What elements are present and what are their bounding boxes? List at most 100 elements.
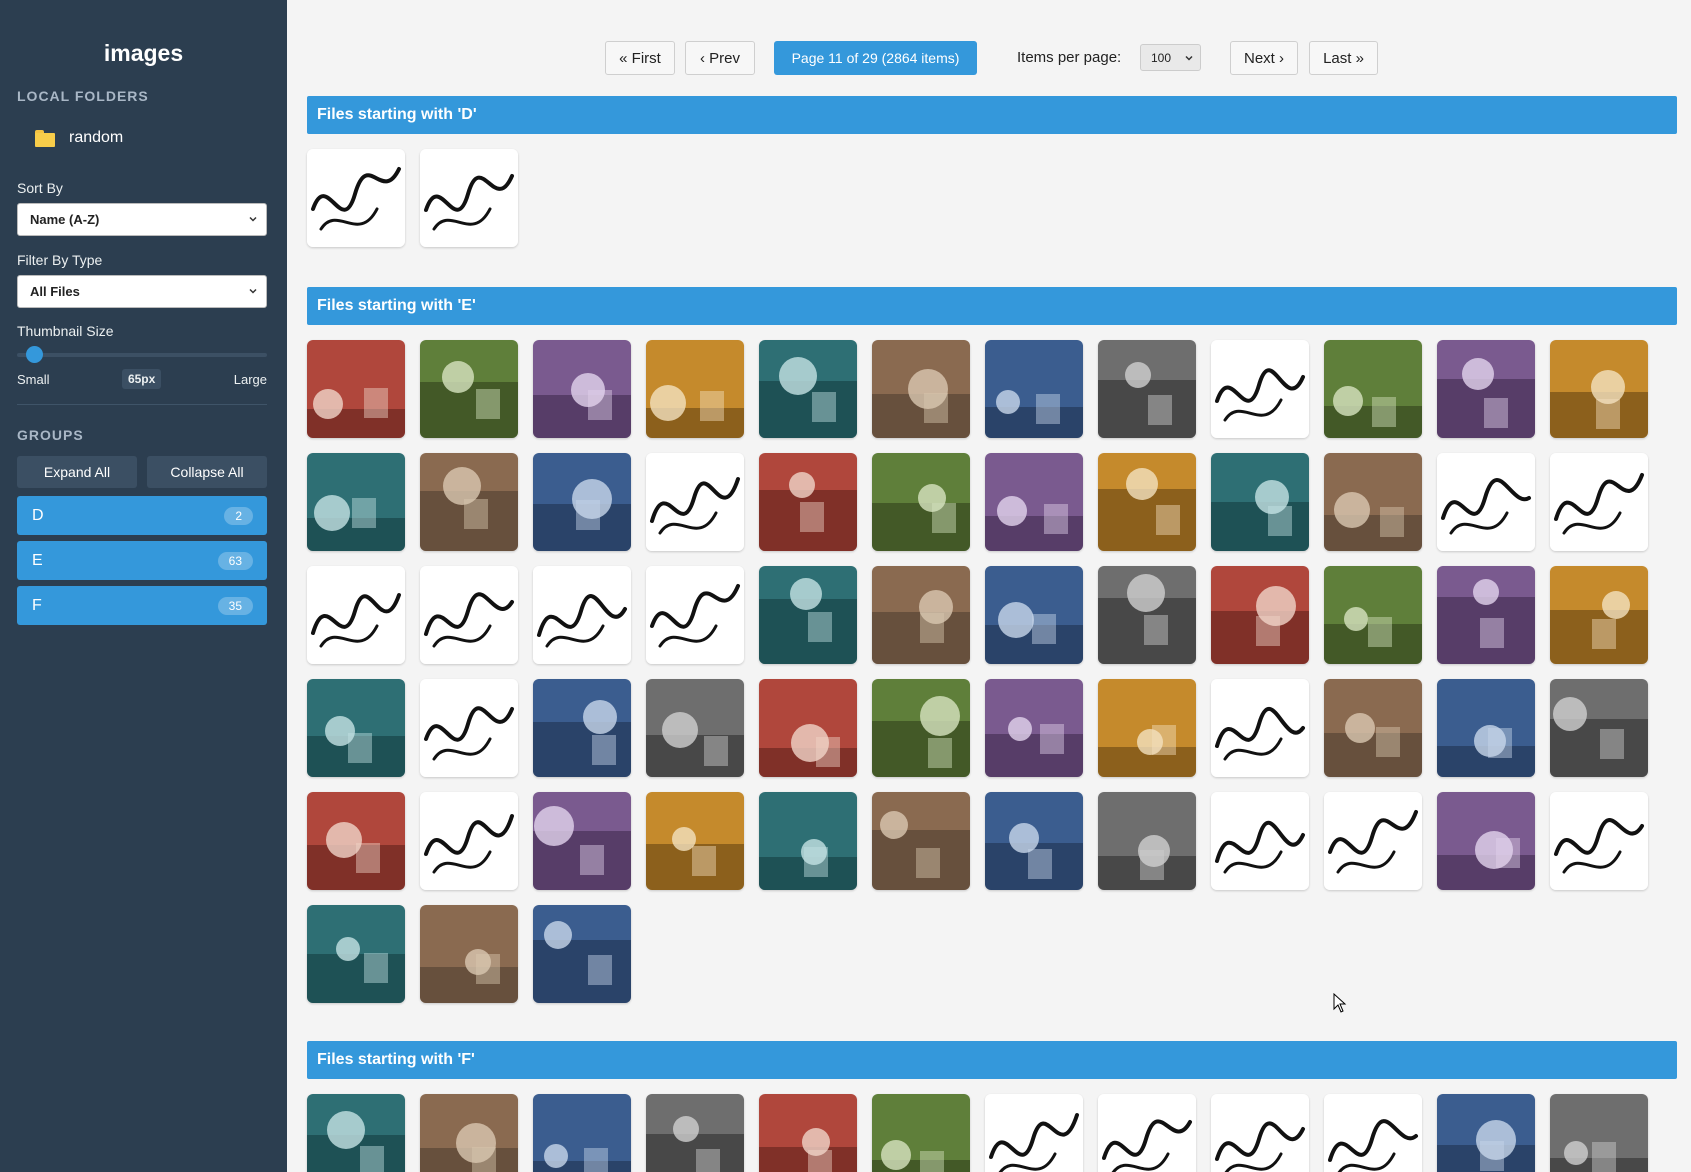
thumbnail-item[interactable]	[646, 679, 744, 777]
thumbnail-item[interactable]	[420, 453, 518, 551]
thumbnail-item[interactable]	[1437, 679, 1535, 777]
expand-all-button[interactable]: Expand All	[17, 456, 137, 488]
thumbnail-item[interactable]	[1211, 566, 1309, 664]
thumbnail-size-slider[interactable]	[17, 346, 267, 363]
thumbnail-item[interactable]	[1211, 1094, 1309, 1172]
thumbnail-item[interactable]	[872, 340, 970, 438]
thumbnail-item[interactable]	[1098, 453, 1196, 551]
group-count-badge: 63	[217, 551, 253, 570]
chevron-down-icon	[249, 288, 257, 294]
thumbnail-item[interactable]	[1098, 340, 1196, 438]
thumbnail-item[interactable]	[759, 1094, 857, 1172]
thumbnail-item[interactable]	[307, 566, 405, 664]
thumbnail-item[interactable]	[307, 149, 405, 247]
last-page-button[interactable]: Last »	[1309, 41, 1378, 75]
thumbnail-item[interactable]	[533, 679, 631, 777]
thumbnail-item[interactable]	[1550, 679, 1648, 777]
thumbnail-item[interactable]	[985, 792, 1083, 890]
thumbnail-item[interactable]	[646, 566, 744, 664]
thumbnail-item[interactable]	[872, 679, 970, 777]
thumbnail-item[interactable]	[1324, 566, 1422, 664]
first-page-button[interactable]: « First	[605, 41, 675, 75]
group-item-e[interactable]: E 63	[17, 541, 267, 580]
thumbnail-item[interactable]	[420, 1094, 518, 1172]
next-page-button[interactable]: Next ›	[1230, 41, 1298, 75]
thumbnail-item[interactable]	[759, 792, 857, 890]
thumbnail-item[interactable]	[1550, 453, 1648, 551]
thumbnail-item[interactable]	[759, 679, 857, 777]
thumbnail-item[interactable]	[1437, 340, 1535, 438]
thumbnail-item[interactable]	[533, 453, 631, 551]
group-header-e[interactable]: Files starting with 'E'	[307, 287, 1677, 325]
thumbnail-item[interactable]	[1211, 453, 1309, 551]
thumbnail-item[interactable]	[1324, 1094, 1422, 1172]
thumbnail-item[interactable]	[307, 905, 405, 1003]
thumbnail-item[interactable]	[1437, 792, 1535, 890]
thumbnail-item[interactable]	[985, 679, 1083, 777]
thumbnail-item[interactable]	[307, 679, 405, 777]
thumbnail-item[interactable]	[1324, 792, 1422, 890]
thumbnail-item[interactable]	[420, 792, 518, 890]
thumbnail-item[interactable]	[1098, 679, 1196, 777]
thumbnail-item[interactable]	[1550, 340, 1648, 438]
thumbnail-item[interactable]	[1324, 453, 1422, 551]
thumbnail-item[interactable]	[1437, 1094, 1535, 1172]
thumbnail-item[interactable]	[307, 453, 405, 551]
group-item-d[interactable]: D 2	[17, 496, 267, 535]
thumbnail-item[interactable]	[533, 1094, 631, 1172]
group-header-f[interactable]: Files starting with 'F'	[307, 1041, 1677, 1079]
thumbnail-item[interactable]	[533, 792, 631, 890]
group-item-f[interactable]: F 35	[17, 586, 267, 625]
thumbnail-item[interactable]	[420, 679, 518, 777]
thumbnail-item[interactable]	[420, 340, 518, 438]
local-folders-label: LOCAL FOLDERS	[17, 88, 149, 104]
thumbnail-item[interactable]	[872, 453, 970, 551]
group-header-d[interactable]: Files starting with 'D'	[307, 96, 1677, 134]
thumbnail-item[interactable]	[307, 340, 405, 438]
thumbnail-item[interactable]	[985, 1094, 1083, 1172]
thumbnail-item[interactable]	[420, 566, 518, 664]
thumbnail-item[interactable]	[1324, 340, 1422, 438]
thumbnail-item[interactable]	[759, 340, 857, 438]
sidebar: images LOCAL FOLDERS random Sort By Name…	[0, 0, 287, 1172]
thumbnail-item[interactable]	[759, 566, 857, 664]
thumbnail-item[interactable]	[1098, 792, 1196, 890]
thumbnail-item[interactable]	[1437, 566, 1535, 664]
thumbnail-item[interactable]	[1437, 453, 1535, 551]
collapse-all-button[interactable]: Collapse All	[147, 456, 267, 488]
slider-handle[interactable]	[26, 346, 43, 363]
thumbnail-item[interactable]	[420, 905, 518, 1003]
thumbnail-item[interactable]	[1211, 792, 1309, 890]
thumbnail-item[interactable]	[985, 453, 1083, 551]
items-per-page-select[interactable]: 100	[1140, 44, 1201, 71]
thumbnail-item[interactable]	[872, 1094, 970, 1172]
thumbnail-item[interactable]	[872, 566, 970, 664]
thumbnail-item[interactable]	[533, 905, 631, 1003]
thumbnail-item[interactable]	[1098, 1094, 1196, 1172]
folder-item-random[interactable]: random	[35, 126, 270, 150]
thumbnail-item[interactable]	[1211, 340, 1309, 438]
thumbnail-item[interactable]	[759, 453, 857, 551]
thumbnail-item[interactable]	[1550, 566, 1648, 664]
thumbnail-item[interactable]	[307, 1094, 405, 1172]
thumbnail-item[interactable]	[985, 566, 1083, 664]
prev-page-button[interactable]: ‹ Prev	[685, 41, 755, 75]
thumbnail-item[interactable]	[1098, 566, 1196, 664]
thumbnail-item[interactable]	[533, 566, 631, 664]
thumbnail-item[interactable]	[646, 792, 744, 890]
thumbnail-item[interactable]	[1324, 679, 1422, 777]
thumbnail-item[interactable]	[1550, 1094, 1648, 1172]
thumbnail-item[interactable]	[1211, 679, 1309, 777]
thumbnail-item[interactable]	[307, 792, 405, 890]
thumbnail-item[interactable]	[646, 453, 744, 551]
thumbnail-item[interactable]	[533, 340, 631, 438]
thumbnail-item[interactable]	[646, 340, 744, 438]
thumbnail-item[interactable]	[985, 340, 1083, 438]
sort-select[interactable]: Name (A-Z)	[17, 203, 267, 236]
thumbnail-item[interactable]	[420, 149, 518, 247]
thumbnail-item[interactable]	[1550, 792, 1648, 890]
filter-select[interactable]: All Files	[17, 275, 267, 308]
group-count-badge: 2	[224, 506, 253, 525]
thumbnail-item[interactable]	[646, 1094, 744, 1172]
thumbnail-item[interactable]	[872, 792, 970, 890]
